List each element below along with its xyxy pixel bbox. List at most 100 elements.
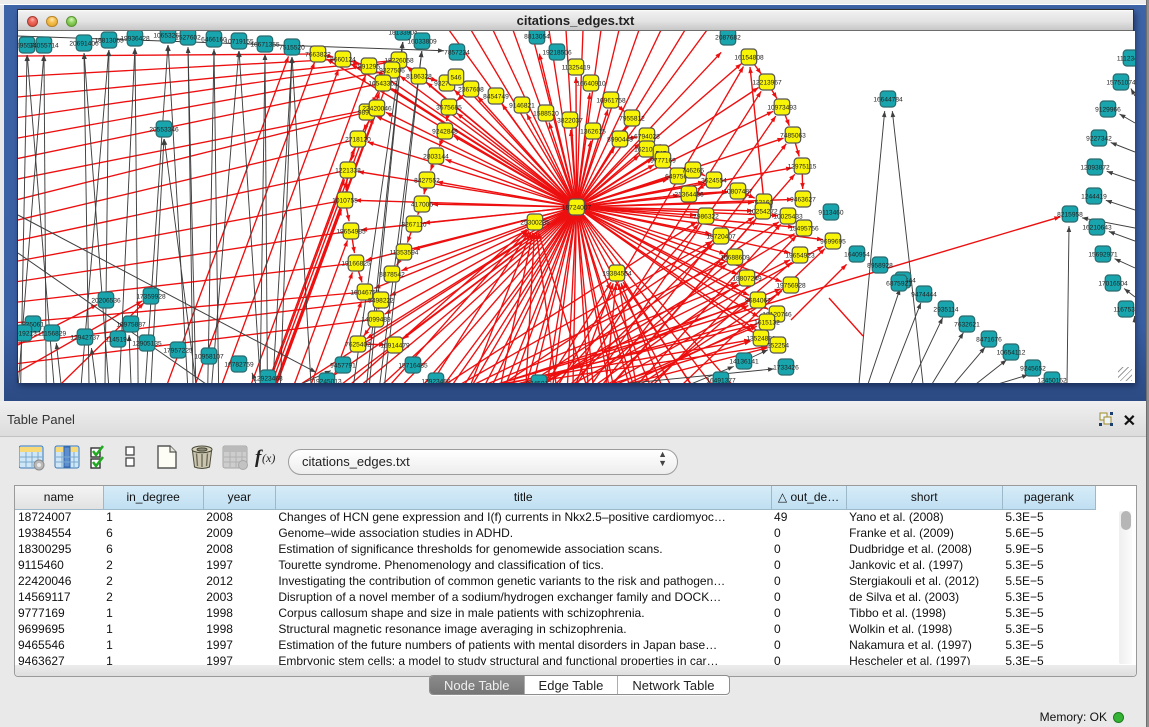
svg-text:3675685: 3675685: [436, 105, 462, 112]
svg-text:546: 546: [450, 75, 461, 82]
svg-text:9245652: 9245652: [1020, 366, 1046, 373]
svg-text:10973493: 10973493: [767, 105, 797, 112]
svg-text:17957225: 17957225: [163, 348, 193, 355]
svg-text:10025433: 10025433: [773, 214, 803, 221]
svg-text:2718120: 2718120: [345, 137, 371, 144]
svg-text:16782759: 16782759: [224, 362, 254, 369]
svg-text:3624554: 3624554: [701, 178, 727, 185]
svg-text:16154808: 16154808: [734, 55, 764, 62]
svg-text:1640954: 1640954: [844, 252, 870, 259]
svg-text:10654112: 10654112: [997, 350, 1026, 357]
svg-text:15751074: 15751074: [1106, 80, 1135, 87]
svg-text:6794028: 6794028: [634, 134, 660, 141]
svg-text:14136141: 14136141: [729, 359, 759, 366]
svg-text:1167533: 1167533: [1113, 307, 1135, 314]
svg-text:1615132: 1615132: [754, 320, 780, 327]
svg-text:15716485: 15716485: [398, 363, 428, 370]
svg-text:10254272: 10254272: [748, 209, 778, 216]
svg-text:2803144: 2803144: [423, 154, 449, 161]
svg-text:16644784: 16644784: [873, 97, 903, 104]
svg-text:9227342: 9227342: [1086, 136, 1112, 143]
svg-text:(x): (x): [262, 451, 275, 465]
svg-text:16914479: 16914479: [380, 343, 410, 350]
svg-text:19384554: 19384554: [602, 271, 632, 278]
svg-text:9129966: 9129966: [1095, 107, 1121, 114]
svg-text:18807249: 18807249: [732, 276, 762, 283]
svg-text:3919213: 3919213: [18, 331, 37, 338]
svg-text:18724007: 18724007: [562, 205, 592, 212]
svg-text:1244419: 1244419: [1081, 194, 1107, 201]
svg-text:6466160: 6466160: [201, 37, 227, 44]
svg-text:19654923: 19654923: [785, 253, 815, 260]
svg-text:12905135: 12905135: [132, 341, 162, 348]
svg-text:15720407: 15720407: [706, 234, 736, 241]
svg-text:8958928: 8958928: [867, 263, 893, 270]
svg-text:891295: 891295: [358, 64, 380, 71]
svg-text:7485063: 7485063: [780, 133, 806, 140]
svg-text:9699695: 9699695: [820, 239, 846, 246]
svg-text:5498222: 5498222: [368, 298, 394, 305]
svg-text:1145194: 1145194: [105, 337, 131, 344]
svg-text:7663822: 7663822: [305, 52, 331, 59]
svg-text:9113460: 9113460: [818, 210, 844, 217]
svg-text:15495756: 15495756: [789, 226, 819, 233]
svg-text:2367608: 2367608: [458, 87, 484, 94]
svg-text:10688609: 10688609: [720, 255, 750, 262]
svg-text:12942737: 12942737: [70, 335, 100, 342]
svg-text:25300235: 25300235: [520, 220, 550, 227]
svg-text:19936428: 19936428: [120, 36, 150, 43]
svg-text:9474444: 9474444: [911, 292, 937, 299]
svg-text:1733426: 1733426: [773, 365, 799, 372]
svg-text:1221338: 1221338: [335, 168, 361, 175]
svg-text:19245013: 19245013: [312, 379, 342, 384]
svg-text:7515520: 7515520: [279, 45, 305, 52]
svg-text:11156829: 11156829: [38, 331, 67, 338]
svg-text:14099489: 14099489: [361, 317, 391, 324]
svg-text:252254: 252254: [767, 343, 789, 350]
svg-text:8990448: 8990448: [607, 137, 633, 144]
svg-text:20553346: 20553346: [149, 127, 179, 134]
svg-text:14055714: 14055714: [29, 43, 59, 50]
svg-text:16640910: 16640910: [576, 81, 606, 88]
svg-text:746266: 746266: [682, 168, 704, 175]
svg-text:19166825: 19166825: [341, 261, 371, 268]
svg-text:8215958: 8215958: [1057, 212, 1083, 219]
svg-text:9777169: 9777169: [650, 158, 676, 165]
svg-text:17016504: 17016504: [1098, 281, 1128, 288]
svg-text:2087682: 2087682: [715, 35, 741, 42]
svg-text:9146821: 9146821: [509, 103, 535, 110]
svg-text:12923468: 12923468: [253, 376, 283, 383]
svg-text:9463627: 9463627: [790, 197, 816, 204]
svg-text:17359928: 17359928: [136, 294, 166, 301]
svg-text:6875921: 6875921: [886, 281, 912, 288]
svg-text:19756928: 19756928: [776, 283, 806, 290]
svg-text:7625402: 7625402: [345, 342, 371, 349]
svg-text:22420046: 22420046: [362, 106, 392, 113]
svg-text:7632621: 7632621: [954, 322, 980, 329]
svg-text:19654985: 19654985: [336, 229, 366, 236]
svg-text:8427552: 8427552: [414, 178, 440, 185]
svg-text:8471676: 8471676: [976, 337, 1002, 344]
svg-text:8660124: 8660124: [330, 57, 356, 64]
svg-text:12093872: 12093872: [1080, 165, 1110, 172]
svg-text:1362615: 1362615: [580, 129, 606, 136]
svg-text:8454749: 8454749: [483, 94, 509, 101]
svg-text:12213967: 12213967: [752, 80, 782, 87]
svg-text:10807487: 10807487: [723, 189, 753, 196]
svg-text:2935114: 2935114: [933, 307, 959, 314]
svg-text:11353594: 11353594: [390, 250, 419, 257]
svg-text:20206536: 20206536: [91, 298, 121, 305]
svg-text:7986322: 7986322: [693, 214, 719, 221]
svg-text:3822037: 3822037: [557, 118, 583, 125]
svg-text:1010755: 1010755: [332, 198, 358, 205]
svg-text:3267110: 3267110: [401, 222, 427, 229]
svg-text:7955812: 7955812: [619, 116, 645, 123]
svg-text:9245012: 9245012: [526, 381, 552, 384]
svg-text:10958107: 10958107: [194, 354, 224, 361]
svg-text:12975115: 12975115: [788, 164, 817, 171]
svg-text:417006: 417006: [411, 202, 433, 209]
svg-text:1588520: 1588520: [533, 111, 559, 118]
svg-text:21364436: 21364436: [674, 192, 704, 199]
svg-text:16961758: 16961758: [596, 98, 626, 105]
svg-text:16543362: 16543362: [368, 81, 398, 88]
